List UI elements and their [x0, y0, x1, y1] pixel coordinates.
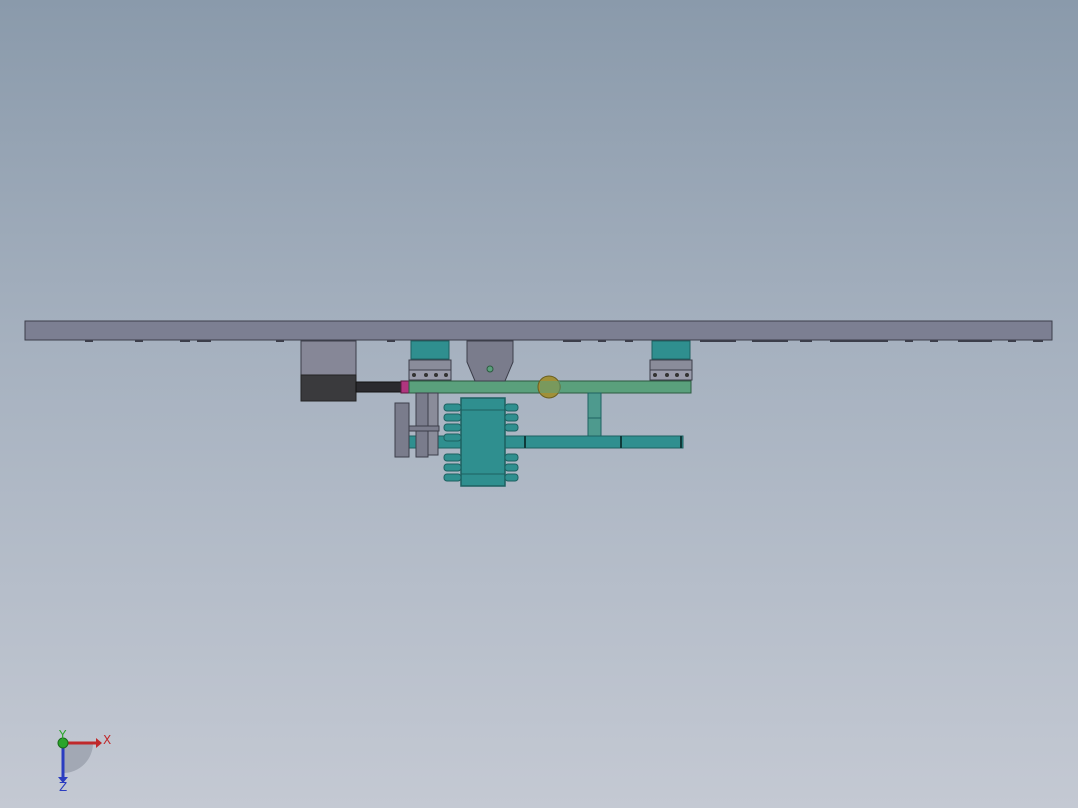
- z-axis-label: Z: [59, 780, 67, 794]
- triad-shadow: [63, 743, 93, 773]
- motor[interactable]: [300, 340, 410, 402]
- orientation-triad[interactable]: X Z Y: [40, 725, 120, 795]
- cad-viewport[interactable]: X Z Y: [0, 0, 1078, 808]
- x-axis-arrow: [96, 738, 102, 748]
- right-slider-block[interactable]: [649, 340, 693, 381]
- gripper-arms[interactable]: [394, 392, 440, 458]
- center-bracket[interactable]: [466, 340, 514, 382]
- roller-drum[interactable]: [460, 397, 506, 487]
- x-axis-label: X: [103, 733, 111, 747]
- y-axis-label: Y: [58, 728, 67, 742]
- assembly-model[interactable]: [0, 0, 1078, 808]
- left-slider-block[interactable]: [408, 340, 452, 381]
- top-plate[interactable]: [24, 320, 1053, 341]
